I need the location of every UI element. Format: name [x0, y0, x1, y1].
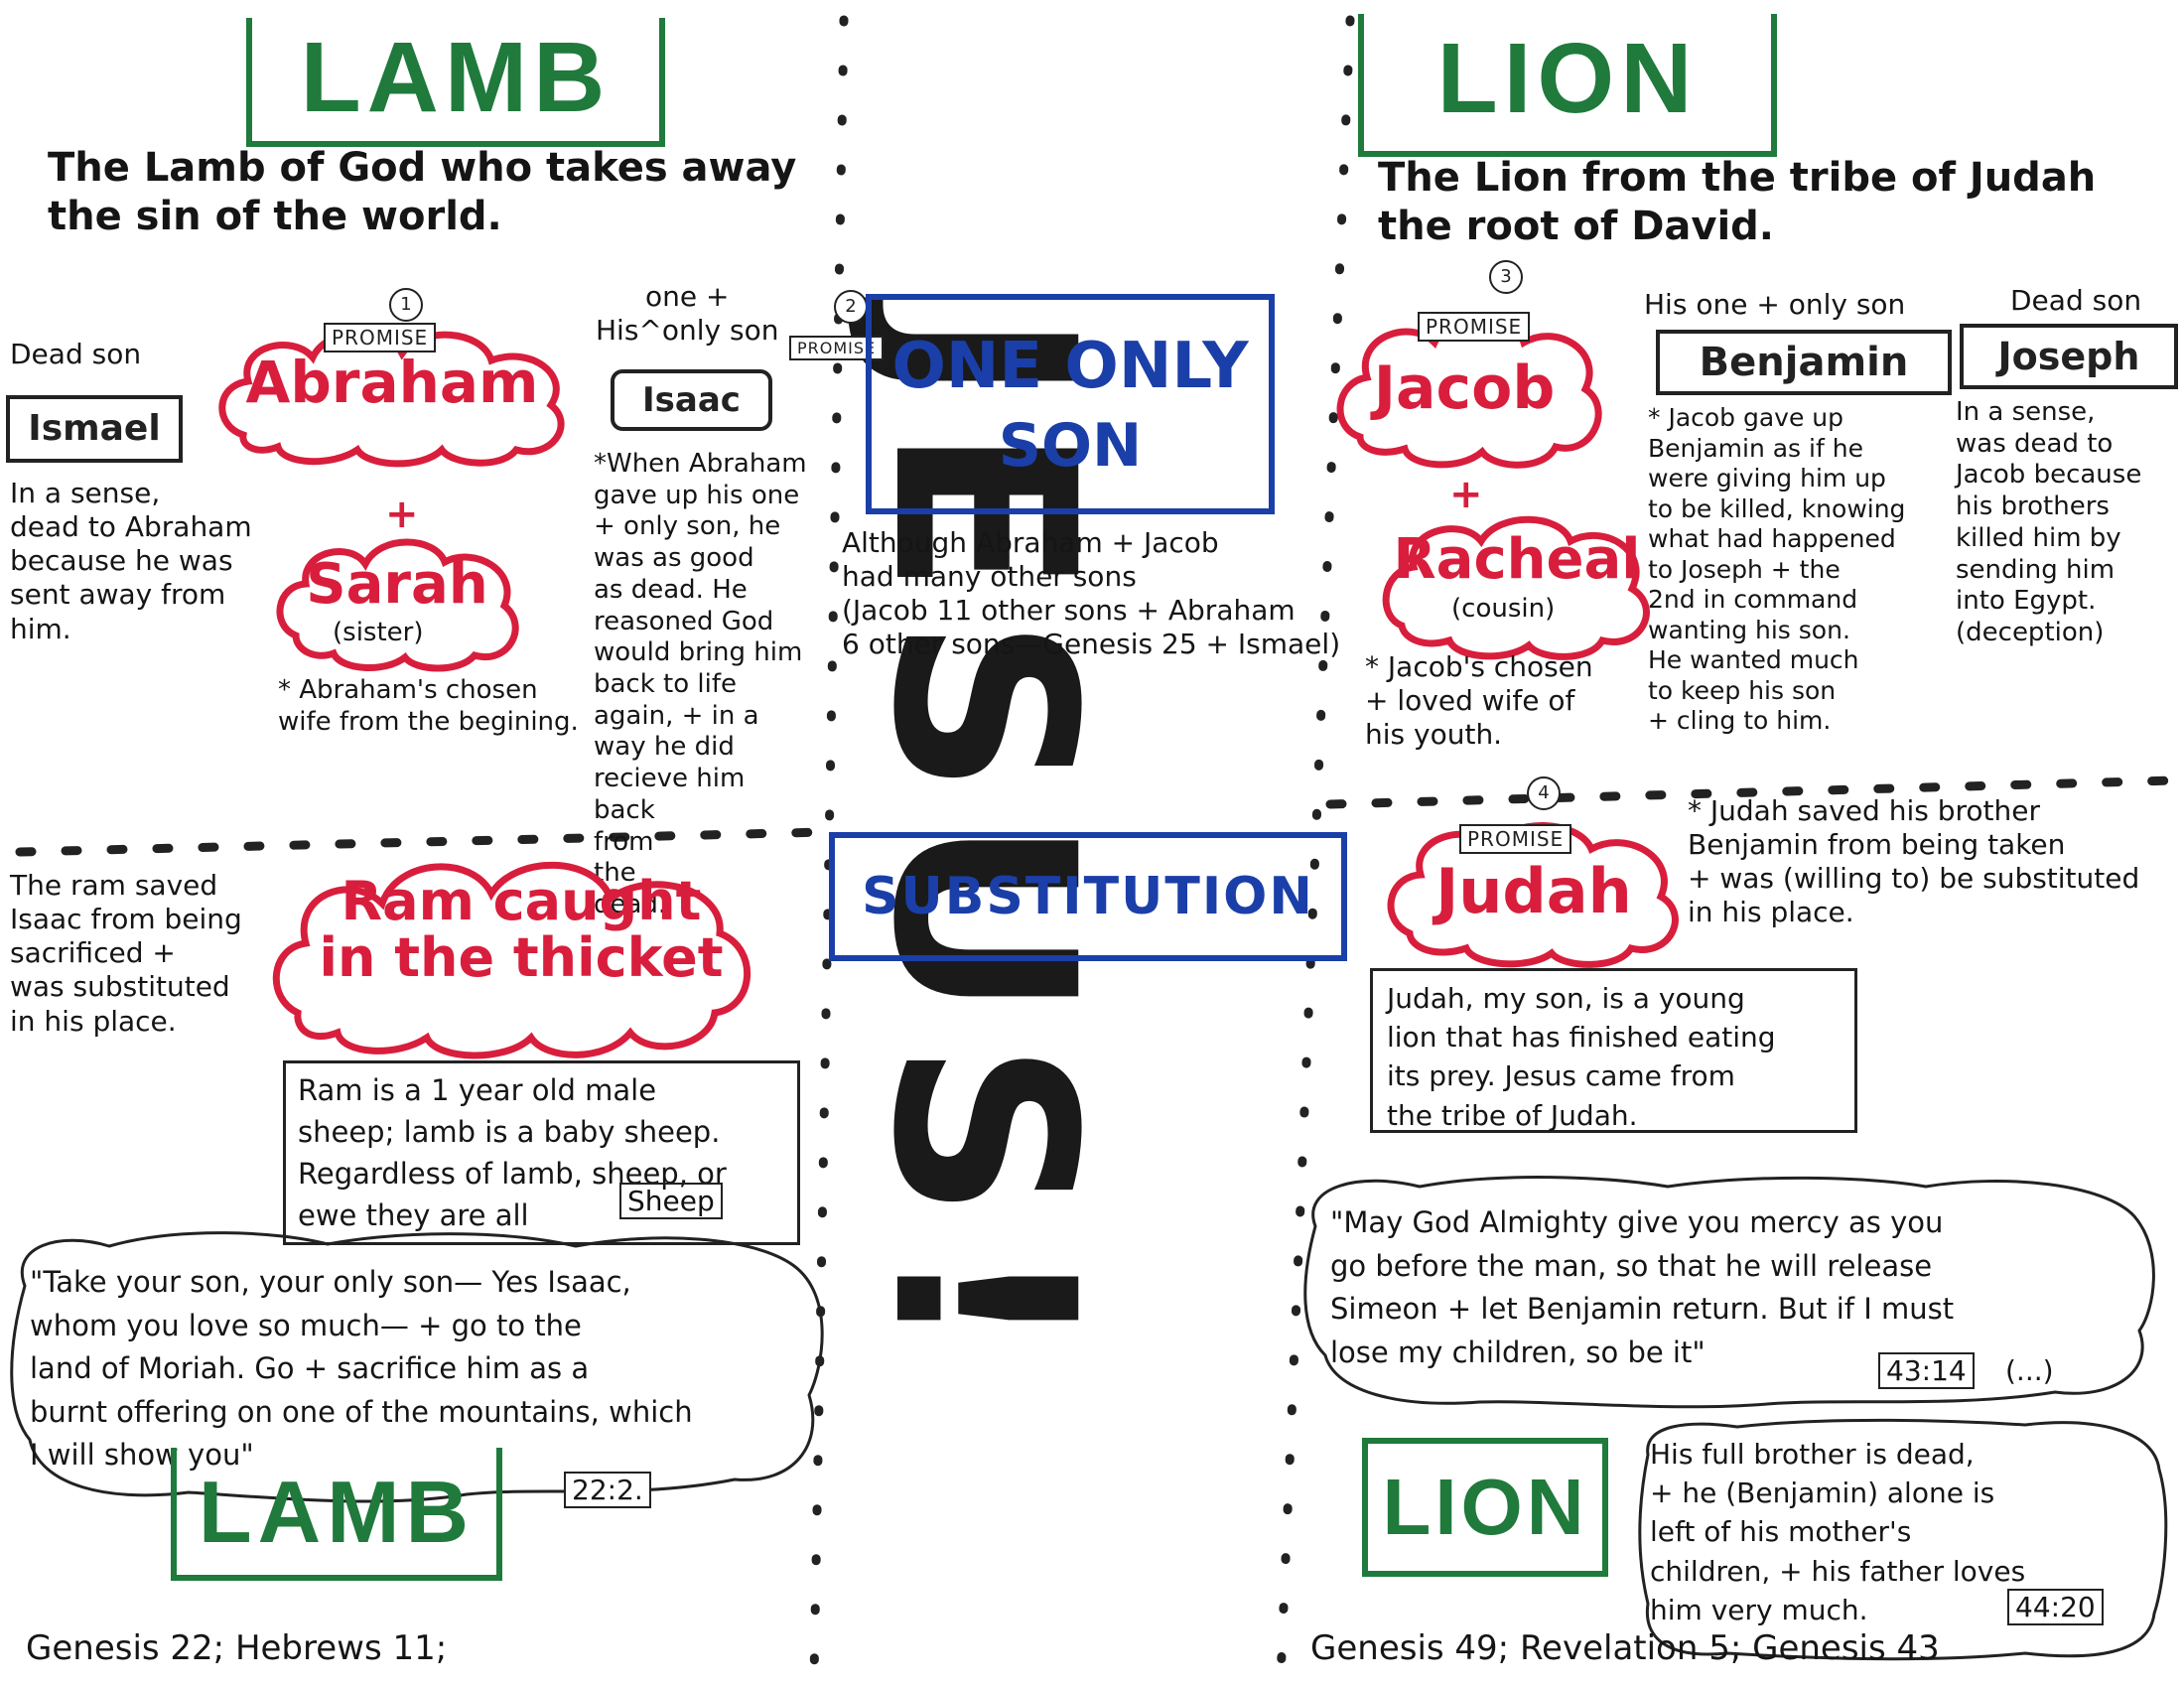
abraham-promise-tag: PROMISE — [324, 323, 437, 352]
lion-quote-ref: 43:14 — [1878, 1352, 1975, 1389]
judah-promise-tag: PROMISE — [1459, 824, 1572, 854]
lion-quote: "May God Almighty give you mercy as you … — [1330, 1205, 1955, 1369]
joseph-note: In a sense, was dead to Jacob because hi… — [1956, 397, 2142, 648]
lamb-bottom-title: LAMB — [171, 1448, 502, 1581]
abraham-label: Abraham — [245, 349, 539, 416]
jacob-number: 3 — [1489, 260, 1523, 294]
lion-quote-tail: (...) — [2005, 1354, 2054, 1387]
benjamin-label: His one + only son — [1644, 288, 1906, 321]
lion-footer: Genesis 49; Revelation 5; Genesis 43 — [1310, 1628, 1940, 1668]
ismael-box: Ismael — [6, 395, 183, 463]
judah-label: Judah — [1435, 855, 1632, 927]
racheal-note: * Jacob's chosen + loved wife of his you… — [1365, 650, 1593, 752]
sarah-label: Sarah — [306, 552, 488, 617]
joseph-box: Joseph — [1960, 324, 2178, 389]
one-only-label: ONE ONLY — [891, 330, 1249, 403]
sheep-box: Sheep — [619, 1183, 723, 1219]
abraham-number: 1 — [389, 288, 423, 322]
jacob-label: Jacob — [1373, 353, 1556, 423]
lion-title: LION — [1358, 14, 1777, 157]
judah-prophecy-text: Judah, my son, is a young lion that has … — [1387, 982, 1776, 1132]
benjamin-box: Benjamin — [1656, 330, 1952, 395]
sarah-note: * Abraham's chosen wife from the beginin… — [278, 675, 579, 737]
isaac-box: Isaac — [611, 369, 772, 431]
isaac-number: 2 — [834, 290, 868, 324]
one-only-son-box: ONE ONLY SON — [866, 294, 1275, 514]
dead-son-label-joseph: Dead son — [2010, 284, 2142, 317]
brother-note: His full brother is dead, + he (Benjamin… — [1650, 1438, 2026, 1626]
lamb-quote: "Take your son, your only son— Yes Isaac… — [30, 1265, 693, 1472]
lamb-quote-ref: 22:2. — [564, 1472, 651, 1508]
brother-ref: 44:20 — [2007, 1589, 2104, 1625]
substitution-box: SUBSTITUTION — [829, 832, 1347, 961]
son-label: SON — [998, 411, 1143, 481]
ram-note: The ram saved Isaac from being sacrifice… — [10, 869, 242, 1038]
ismael-note: In a sense, dead to Abraham because he w… — [10, 477, 252, 645]
judah-prophecy-box: Judah, my son, is a young lion that has … — [1370, 968, 1857, 1133]
ram-label: Ram caught in the thicket — [319, 870, 724, 989]
dead-son-label-ismael: Dead son — [10, 338, 142, 370]
racheal-label: Racheal — [1393, 527, 1641, 592]
lamb-title: LAMB — [246, 18, 665, 147]
jacob-promise-tag: PROMISE — [1418, 312, 1531, 342]
lamb-footer: Genesis 22; Hebrews 11; — [26, 1628, 448, 1668]
benjamin-note: * Jacob gave up Benjamin as if he were g… — [1648, 403, 1906, 735]
lion-subtitle: The Lion from the tribe of Judah the roo… — [1378, 155, 2097, 249]
sarah-sub: (sister) — [333, 618, 424, 647]
isaac-label: one + His^only son — [596, 280, 779, 348]
judah-number: 4 — [1527, 776, 1561, 810]
diagram-canvas: JESUS! LAMB The Lamb of God who takes aw… — [0, 0, 2184, 1688]
although-note: Although Abraham + Jacob had many other … — [842, 526, 1341, 661]
ram-definition-box: Ram is a 1 year old male sheep; lamb is … — [283, 1060, 800, 1245]
lamb-subtitle: The Lamb of God who takes away the sin o… — [48, 145, 797, 239]
racheal-sub: (cousin) — [1451, 594, 1556, 624]
lion-bottom-title: LION — [1362, 1438, 1608, 1577]
judah-note: * Judah saved his brother Benjamin from … — [1688, 794, 2140, 929]
